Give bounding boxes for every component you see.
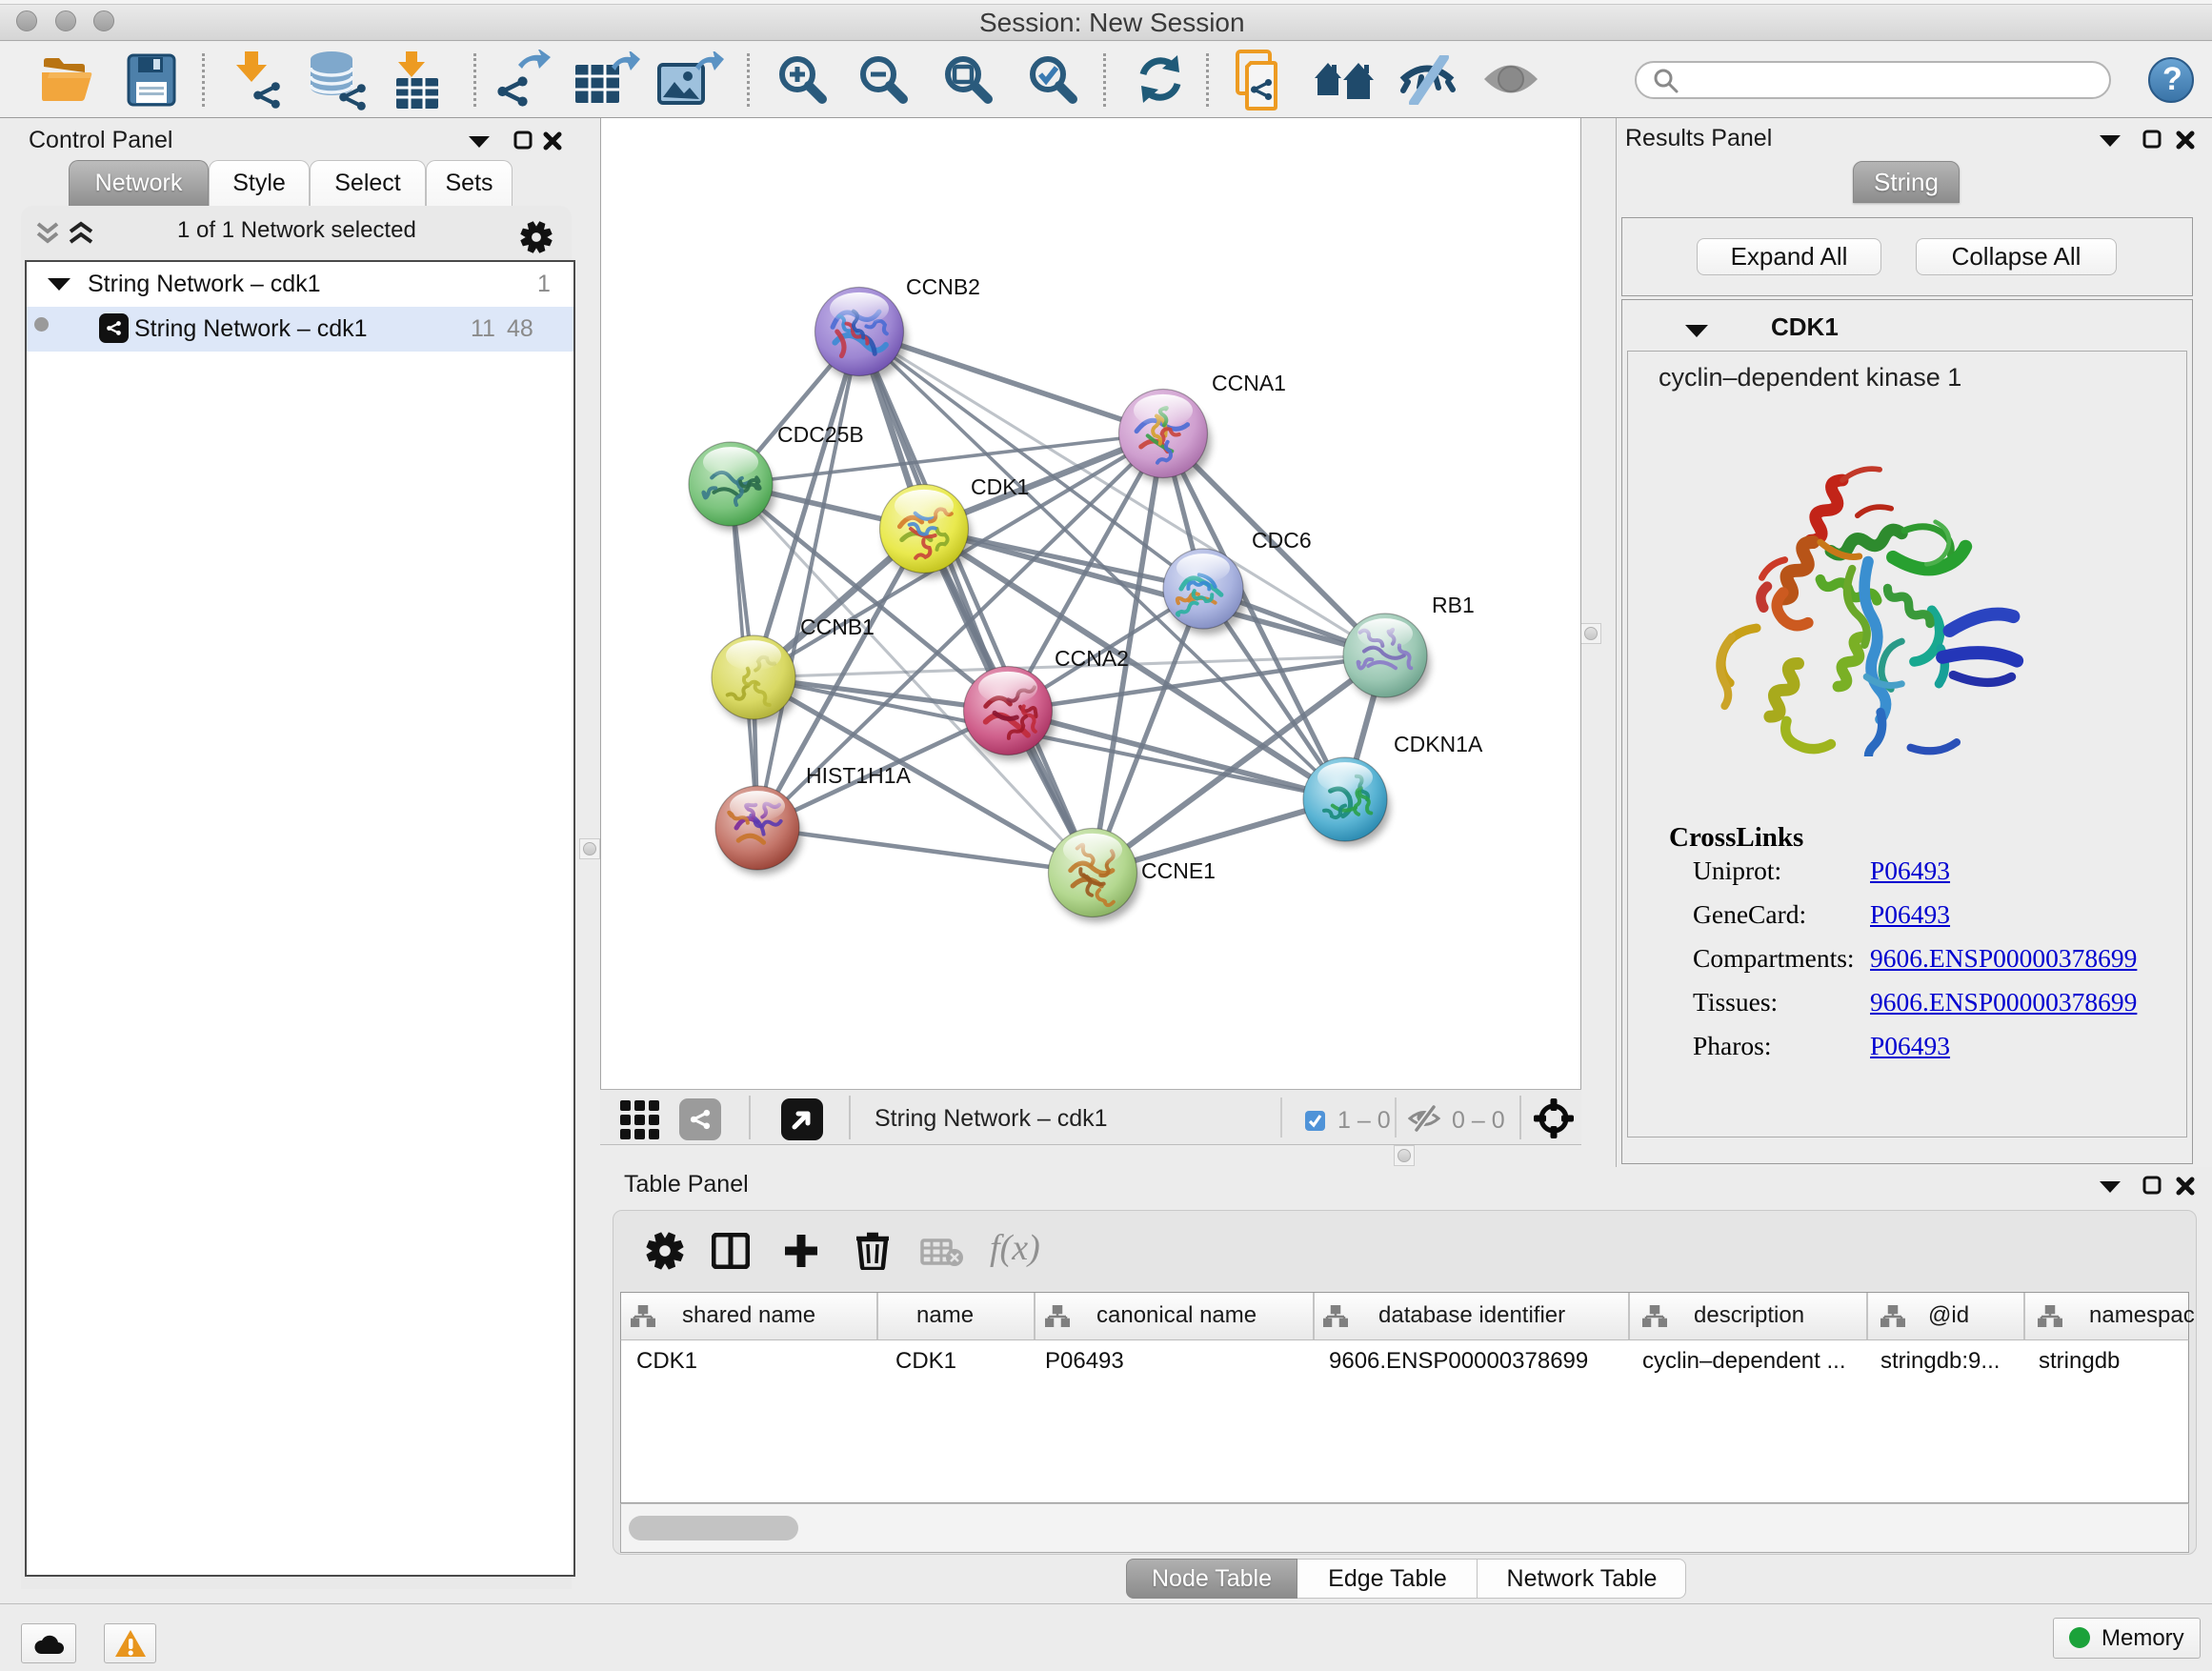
svg-text:CCNA2: CCNA2 <box>1055 646 1129 671</box>
svg-text:CCNA1: CCNA1 <box>1212 371 1286 395</box>
svg-text:CDK1: CDK1 <box>971 474 1029 499</box>
svg-text:HIST1H1A: HIST1H1A <box>806 763 912 788</box>
svg-text:CCNB2: CCNB2 <box>906 274 980 299</box>
svg-text:CDC25B: CDC25B <box>777 422 864 447</box>
svg-text:CDC6: CDC6 <box>1252 528 1312 553</box>
svg-text:CDKN1A: CDKN1A <box>1394 732 1483 756</box>
svg-text:RB1: RB1 <box>1432 593 1475 617</box>
svg-text:CCNB1: CCNB1 <box>800 614 875 639</box>
svg-text:CCNE1: CCNE1 <box>1141 858 1216 883</box>
